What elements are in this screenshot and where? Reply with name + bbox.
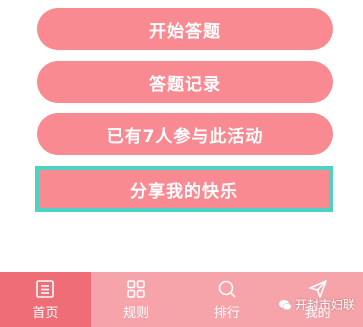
wechat-chat-icon: [279, 299, 292, 310]
search-icon: [218, 280, 236, 298]
tab-ranking-label: 排行: [213, 306, 240, 321]
tab-home[interactable]: 首页: [0, 272, 91, 327]
share-button-label: 分享我的快乐: [130, 181, 238, 202]
home-list-icon: [36, 280, 55, 298]
tab-ranking[interactable]: 排行: [182, 272, 273, 327]
tab-home-label: 首页: [32, 306, 59, 321]
watermark: 开封市妇联: [278, 296, 355, 313]
watermark-text: 开封市妇联: [295, 298, 356, 312]
quiz-record-button[interactable]: 答题记录: [37, 61, 333, 103]
tab-rules-label: 规则: [123, 306, 150, 321]
tab-rules[interactable]: 规则: [91, 272, 182, 327]
share-button[interactable]: 分享我的快乐: [35, 166, 333, 212]
grid-icon: [127, 280, 145, 298]
participants-count-button[interactable]: 已有7人参与此活动: [37, 113, 333, 155]
start-quiz-button[interactable]: 开始答题: [37, 8, 333, 50]
